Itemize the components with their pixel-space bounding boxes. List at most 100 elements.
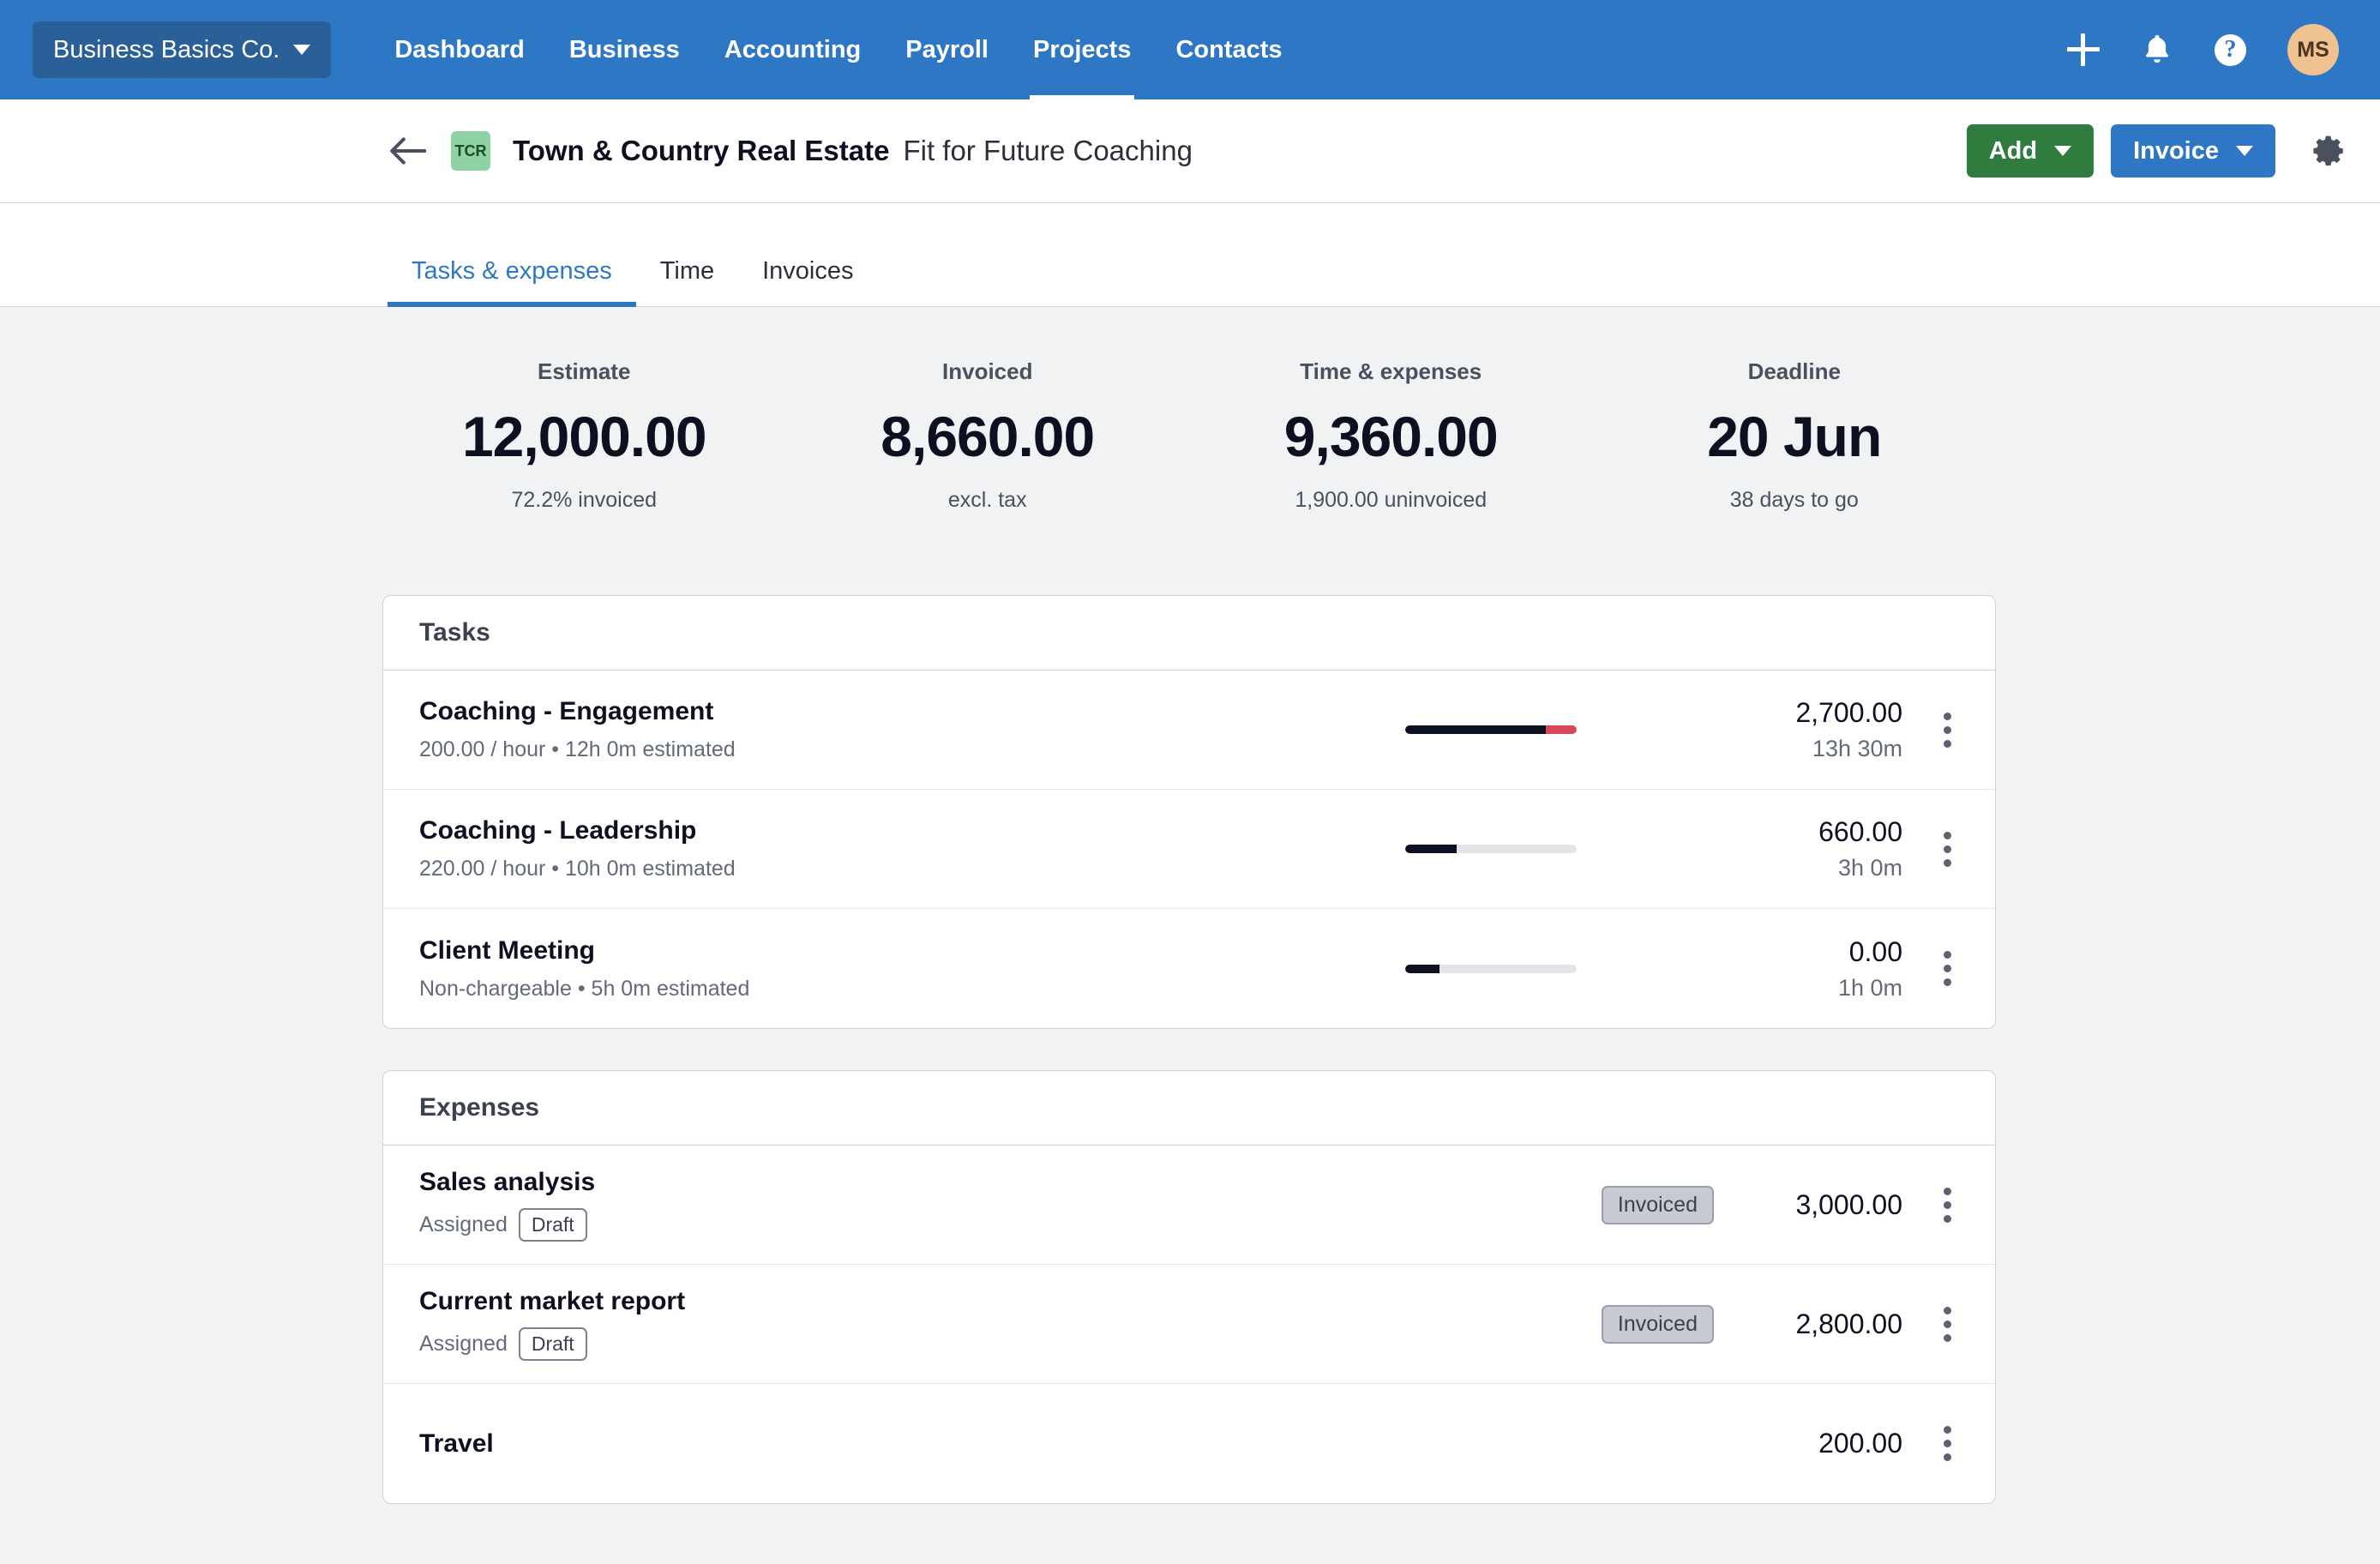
amount-block: 2,700.00 13h 30m xyxy=(1740,697,1902,762)
expense-subtitle: Assigned Draft xyxy=(419,1327,1405,1361)
client-avatar-badge: TCR xyxy=(451,131,490,171)
stat-label: Deadline xyxy=(1747,358,1841,384)
kebab-menu-icon[interactable] xyxy=(1928,830,1966,868)
table-row[interactable]: Sales analysis Assigned Draft Invoiced 3… xyxy=(383,1146,1995,1265)
org-selector-button[interactable]: Business Basics Co. xyxy=(33,21,332,78)
stat-label: Invoiced xyxy=(942,358,1033,384)
task-amount: 2,700.00 xyxy=(1795,697,1902,728)
bell-icon xyxy=(2145,34,2169,63)
status-badge: Invoiced xyxy=(1601,1185,1714,1224)
stat-value: 20 Jun xyxy=(1707,405,1882,468)
header-actions: Add Invoice xyxy=(1966,124,2347,177)
stat-label: Time & expenses xyxy=(1300,358,1482,384)
nav-link-contacts[interactable]: Contacts xyxy=(1153,0,1304,99)
task-amounts: 660.00 3h 0m xyxy=(1740,816,1966,881)
stat-time-expenses: Time & expenses 9,360.00 1,900.00 uninvo… xyxy=(1189,358,1593,513)
task-info: Coaching - Leadership 220.00 / hour • 10… xyxy=(419,816,1405,881)
stat-sub: 38 days to go xyxy=(1729,488,1859,512)
invoice-button-label: Invoice xyxy=(2133,136,2219,165)
task-duration: 13h 30m xyxy=(1812,736,1902,761)
stat-invoiced: Invoiced 8,660.00 excl. tax xyxy=(786,358,1190,513)
stat-value: 12,000.00 xyxy=(461,405,707,468)
add-new-button[interactable] xyxy=(2067,33,2100,66)
nav-link-accounting[interactable]: Accounting xyxy=(702,0,884,99)
nav-actions: ? MS xyxy=(2067,24,2347,75)
nav-link-label: Payroll xyxy=(905,35,989,63)
tasks-card-title: Tasks xyxy=(383,596,1995,671)
project-header: TCR Town & Country Real Estate Fit for F… xyxy=(0,99,2380,203)
add-button[interactable]: Add xyxy=(1966,124,2095,177)
nav-link-label: Dashboard xyxy=(394,35,525,63)
chevron-down-icon xyxy=(293,45,311,55)
table-row[interactable]: Coaching - Engagement 200.00 / hour • 12… xyxy=(383,671,1995,790)
amount-block: 3,000.00 xyxy=(1740,1189,1902,1221)
project-settings-button[interactable] xyxy=(2311,133,2347,169)
help-button[interactable]: ? xyxy=(2215,33,2246,66)
task-amount: 660.00 xyxy=(1818,816,1902,847)
kebab-menu-icon[interactable] xyxy=(1928,950,1966,988)
stat-value: 9,360.00 xyxy=(1283,405,1499,468)
progress-overflow xyxy=(1546,725,1577,734)
table-row[interactable]: Client Meeting Non-chargeable • 5h 0m es… xyxy=(383,909,1995,1028)
nav-link-payroll[interactable]: Payroll xyxy=(883,0,1011,99)
client-badge-text: TCR xyxy=(454,141,487,159)
question-circle-icon: ? xyxy=(2215,33,2246,66)
expenses-card: Expenses Sales analysis Assigned Draft I… xyxy=(382,1070,1996,1504)
draft-badge: Draft xyxy=(518,1208,587,1242)
table-row[interactable]: Coaching - Leadership 220.00 / hour • 10… xyxy=(383,790,1995,909)
expense-title: Current market report xyxy=(419,1287,686,1316)
stat-sub: 1,900.00 uninvoiced xyxy=(1295,488,1488,512)
progress-bar xyxy=(1405,845,1577,853)
stat-sub: 72.2% invoiced xyxy=(511,488,658,512)
assigned-label: Assigned xyxy=(419,1332,508,1356)
chevron-down-icon xyxy=(2054,146,2072,156)
client-name: Town & Country Real Estate xyxy=(513,135,890,166)
task-progress xyxy=(1405,725,1577,734)
progress-fill xyxy=(1405,964,1439,973)
expense-amount: 200.00 xyxy=(1818,1428,1902,1459)
stat-label: Estimate xyxy=(538,358,631,384)
stat-deadline: Deadline 20 Jun 38 days to go xyxy=(1593,358,1997,513)
tab-tasks-expenses[interactable]: Tasks & expenses xyxy=(388,257,636,307)
progress-bar xyxy=(1405,725,1577,734)
avatar[interactable]: MS xyxy=(2287,24,2339,75)
expense-subtitle: Assigned Draft xyxy=(419,1208,1405,1242)
notifications-button[interactable] xyxy=(2141,32,2173,68)
project-name: Fit for Future Coaching xyxy=(903,135,1193,166)
gear-icon xyxy=(2313,135,2343,166)
tab-time[interactable]: Time xyxy=(636,257,738,306)
expense-amount: 2,800.00 xyxy=(1795,1308,1902,1339)
tab-label: Time xyxy=(659,257,715,285)
tab-invoices[interactable]: Invoices xyxy=(738,257,877,306)
table-row[interactable]: Current market report Assigned Draft Inv… xyxy=(383,1265,1995,1384)
invoice-button[interactable]: Invoice xyxy=(2111,124,2275,177)
table-row[interactable]: Travel 200.00 xyxy=(383,1384,1995,1503)
expense-info: Current market report Assigned Draft xyxy=(419,1287,1405,1361)
top-navigation-bar: Business Basics Co. Dashboard Business A… xyxy=(0,0,2380,99)
stat-estimate: Estimate 12,000.00 72.2% invoiced xyxy=(382,358,786,513)
nav-link-business[interactable]: Business xyxy=(547,0,702,99)
progress-fill xyxy=(1405,845,1457,853)
tab-label: Invoices xyxy=(762,257,854,285)
task-duration: 1h 0m xyxy=(1837,974,1902,1001)
expense-amounts: Invoiced 2,800.00 xyxy=(1601,1304,1966,1344)
back-button[interactable] xyxy=(388,131,427,171)
task-subtitle: Non-chargeable • 5h 0m estimated xyxy=(419,976,750,1001)
stat-value: 8,660.00 xyxy=(880,405,1095,468)
kebab-menu-icon[interactable] xyxy=(1928,711,1966,749)
nav-link-projects[interactable]: Projects xyxy=(1011,0,1153,99)
task-amount: 0.00 xyxy=(1848,935,1902,967)
kebab-menu-icon[interactable] xyxy=(1928,1186,1966,1224)
progress-bar xyxy=(1405,964,1577,973)
nav-link-label: Accounting xyxy=(724,35,862,63)
kebab-menu-icon[interactable] xyxy=(1928,1305,1966,1343)
kebab-menu-icon[interactable] xyxy=(1928,1425,1966,1463)
task-title: Coaching - Leadership xyxy=(419,816,697,845)
expense-amount: 3,000.00 xyxy=(1795,1188,1902,1220)
nav-link-dashboard[interactable]: Dashboard xyxy=(372,0,546,99)
tab-label: Tasks & expenses xyxy=(412,257,612,285)
amount-block: 200.00 xyxy=(1740,1428,1902,1459)
task-amounts: 0.00 1h 0m xyxy=(1740,936,1966,1002)
status-badge: Invoiced xyxy=(1601,1304,1714,1344)
plus-icon xyxy=(2067,33,2100,66)
